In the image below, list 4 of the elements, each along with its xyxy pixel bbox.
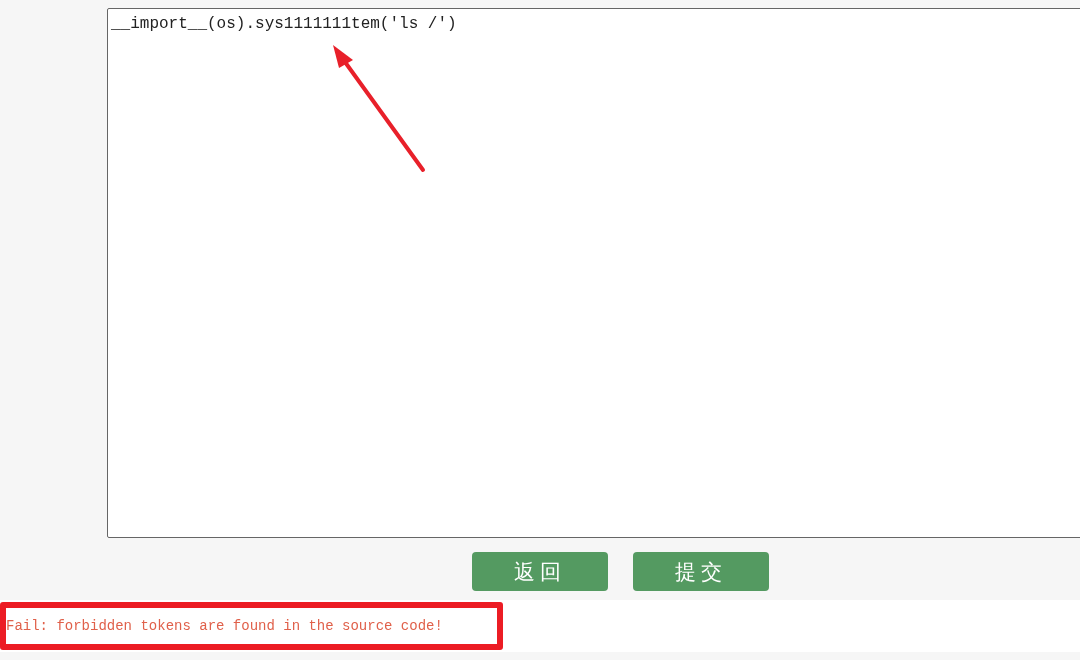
error-message: Fail: forbidden tokens are found in the source code! [6,618,443,634]
action-button[interactable]: 提交 [633,552,769,591]
code-editor[interactable]: __import__(os).sys1111111tem('ls /') [107,8,1080,538]
action-button[interactable]: 返回 [472,552,608,591]
